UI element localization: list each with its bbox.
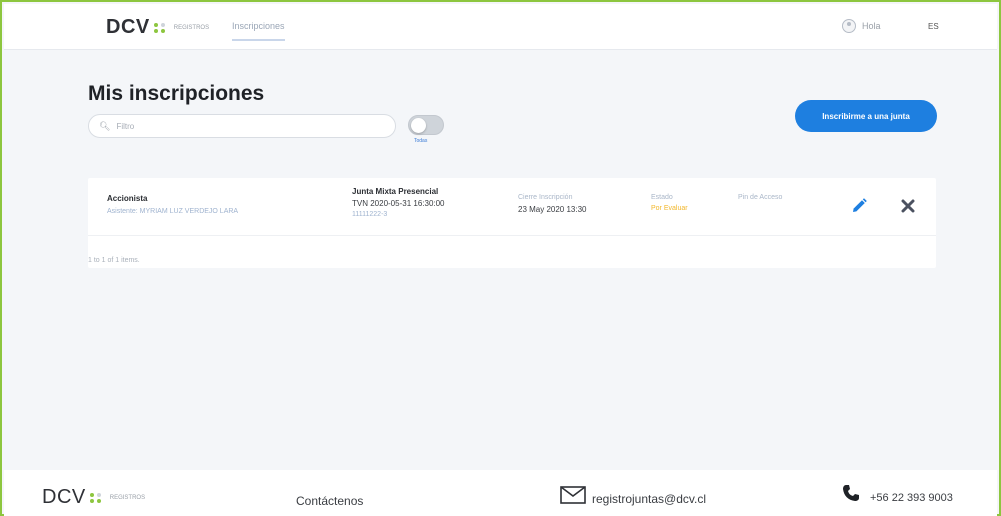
junta-cell: Junta Mixta Presencial TVN 2020-05-31 16… xyxy=(352,187,445,218)
pagination-count: 1 to 1 of 1 items. xyxy=(88,257,140,264)
footer: DCV REGISTROS Contáctenos registrojuntas… xyxy=(4,470,997,516)
close-icon[interactable] xyxy=(901,199,915,213)
user-icon xyxy=(842,19,856,33)
attendee-name: Asistente: MYRIAM LUZ VERDEJO LARA xyxy=(107,208,239,215)
footer-logo: DCV REGISTROS xyxy=(42,486,145,509)
contact-email-link[interactable]: registrojuntas@dcv.cl xyxy=(592,492,706,506)
table-row: Accionista Asistente: MYRIAM LUZ VERDEJO… xyxy=(88,178,936,236)
inscriptions-table: Accionista Asistente: MYRIAM LUZ VERDEJO… xyxy=(88,178,936,268)
mail-icon xyxy=(560,486,586,504)
closing-value: 23 May 2020 13:30 xyxy=(518,205,587,214)
role-title: Accionista xyxy=(107,194,148,203)
footer-logo-dots-icon xyxy=(89,492,102,503)
user-greeting: Hola xyxy=(862,21,881,31)
junta-datetime: TVN 2020-05-31 16:30:00 xyxy=(352,199,445,208)
enroll-junta-button[interactable]: Inscribirme a una junta xyxy=(795,100,937,132)
phone-icon xyxy=(843,485,859,501)
role-cell: Accionista Asistente: MYRIAM LUZ VERDEJO… xyxy=(107,194,238,215)
junta-type: Junta Mixta Presencial xyxy=(352,187,439,196)
status-cell: Estado Por Evaluar xyxy=(651,194,688,212)
contact-phone[interactable]: +56 22 393 9003 xyxy=(870,492,953,504)
tab-inscripciones[interactable]: Inscripciones xyxy=(232,21,285,41)
logo-text: DCV xyxy=(106,16,150,38)
pin-label: Pin de Acceso xyxy=(738,194,783,201)
closing-cell: Cierre Inscripción 23 May 2020 13:30 xyxy=(518,194,587,214)
closing-label: Cierre Inscripción xyxy=(518,194,573,201)
status-label: Estado xyxy=(651,194,673,201)
status-badge: Por Evaluar xyxy=(651,205,688,212)
junta-id: 11111222-3 xyxy=(352,211,388,218)
toggle-knob xyxy=(411,118,426,133)
page-title: Mis inscripciones xyxy=(88,82,265,105)
footer-logo-subtitle: REGISTROS xyxy=(109,494,146,501)
user-menu[interactable]: Hola xyxy=(842,19,881,33)
pin-cell: Pin de Acceso xyxy=(738,194,782,201)
search-icon: 🔍︎ xyxy=(99,120,111,131)
toggle-label: Todas xyxy=(414,138,428,144)
dcv-logo[interactable]: DCV REGISTROS xyxy=(106,16,209,39)
contact-label: Contáctenos xyxy=(296,494,364,508)
pencil-icon[interactable] xyxy=(850,197,868,215)
search-field[interactable]: 🔍︎ xyxy=(88,114,396,138)
logo-subtitle: REGISTROS xyxy=(173,24,210,31)
app-frame: DCV REGISTROS Inscripciones Hola ES Mis … xyxy=(0,0,1001,516)
logo-dots-icon xyxy=(153,22,166,33)
show-all-toggle[interactable] xyxy=(408,115,444,135)
search-input[interactable] xyxy=(116,121,377,131)
footer-logo-text: DCV xyxy=(42,486,86,508)
top-nav: DCV REGISTROS Inscripciones Hola ES xyxy=(4,4,997,50)
language-selector[interactable]: ES xyxy=(928,22,939,31)
